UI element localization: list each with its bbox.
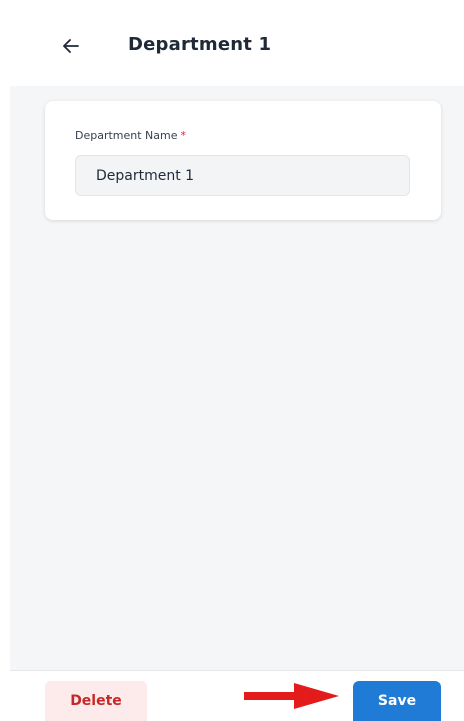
- save-button[interactable]: Save: [353, 681, 441, 721]
- page-header: Department 1: [10, 10, 464, 86]
- delete-button[interactable]: Delete: [45, 681, 147, 721]
- department-name-label-text: Department Name: [75, 129, 178, 142]
- action-footer: Delete Save: [10, 670, 464, 721]
- department-name-input[interactable]: [75, 155, 410, 196]
- page-title: Department 1: [128, 34, 272, 55]
- arrow-left-icon: [63, 39, 79, 53]
- red-arrow-right-icon: [244, 683, 339, 709]
- department-form-card: Department Name *: [45, 101, 441, 220]
- back-button[interactable]: [60, 35, 82, 57]
- required-marker: *: [180, 129, 187, 142]
- department-name-label: Department Name *: [75, 129, 186, 142]
